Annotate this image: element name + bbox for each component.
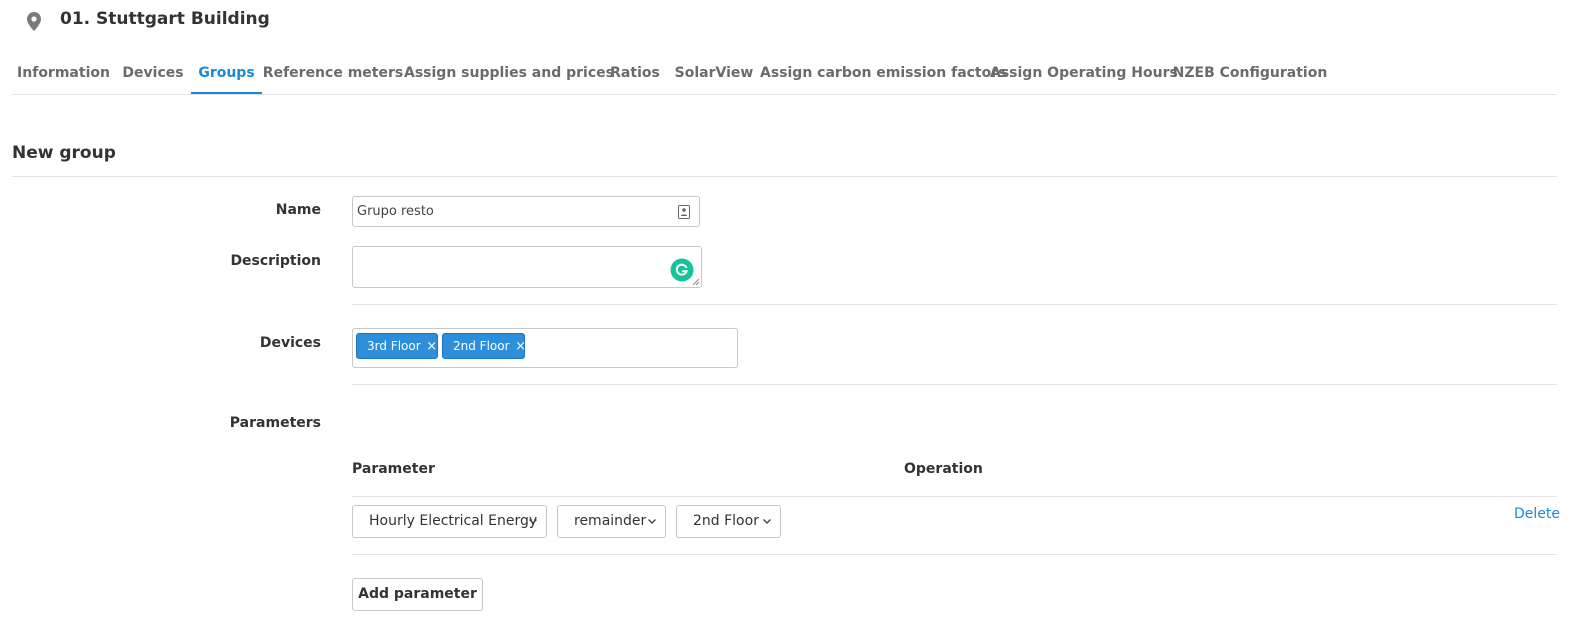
grammarly-icon[interactable] — [670, 258, 694, 282]
tab-groups[interactable]: Groups — [191, 54, 262, 94]
tab-assign-carbon-emission-factors[interactable]: Assign carbon emission factors — [760, 54, 1006, 92]
location-pin-icon — [27, 12, 41, 31]
close-icon[interactable]: × — [423, 335, 441, 359]
divider — [12, 176, 1557, 177]
divider — [352, 304, 1557, 305]
tab-information[interactable]: Information — [12, 54, 115, 92]
device-tag-label: 3rd Floor — [367, 339, 421, 353]
divider — [352, 496, 1557, 497]
delete-parameter-link[interactable]: Delete — [1514, 506, 1560, 522]
contact-card-icon[interactable] — [678, 205, 690, 219]
device-tag: 2nd Floor × — [442, 333, 526, 359]
tab-ratios[interactable]: Ratios — [602, 54, 668, 92]
chevron-down-icon — [763, 519, 771, 524]
tab-bar: Information Devices Groups Reference met… — [12, 54, 1557, 95]
device-tag-label: 2nd Floor — [453, 339, 510, 353]
device-select[interactable]: 2nd Floor — [676, 505, 781, 538]
tab-nzeb-configuration[interactable]: NZEB Configuration — [1172, 54, 1328, 92]
parameter-select-value: Hourly Electrical Energy — [369, 513, 538, 529]
chevron-down-icon — [648, 519, 656, 524]
device-tag: 3rd Floor × — [356, 333, 438, 359]
device-select-value: 2nd Floor — [693, 513, 759, 529]
add-parameter-button[interactable]: Add parameter — [352, 578, 483, 611]
devices-multiselect[interactable]: 3rd Floor × 2nd Floor × — [352, 328, 738, 368]
parameter-select[interactable]: Hourly Electrical Energy — [352, 505, 547, 538]
operation-select-value: remainder — [574, 513, 647, 529]
operation-select[interactable]: remainder — [557, 505, 666, 538]
divider — [352, 384, 1557, 385]
parameters-label: Parameters — [229, 415, 321, 431]
tab-reference-meters[interactable]: Reference meters — [262, 54, 404, 92]
tab-solarview[interactable]: SolarView — [668, 54, 760, 92]
divider — [352, 554, 1557, 555]
resize-handle-icon[interactable] — [692, 278, 700, 286]
page-title: 01. Stuttgart Building — [60, 9, 270, 29]
chevron-down-icon — [529, 519, 537, 524]
tab-assign-supplies-and-prices[interactable]: Assign supplies and prices — [404, 54, 614, 92]
tab-devices[interactable]: Devices — [115, 54, 191, 92]
close-icon[interactable]: × — [512, 335, 530, 359]
name-field[interactable] — [352, 196, 700, 227]
description-textarea[interactable] — [352, 246, 702, 288]
section-title: New group — [12, 143, 116, 163]
name-label: Name — [275, 202, 321, 218]
tab-assign-operating-hours[interactable]: Assign Operating Hours — [990, 54, 1178, 92]
description-label: Description — [230, 253, 321, 269]
parameter-column-header: Parameter — [352, 461, 435, 477]
devices-label: Devices — [259, 335, 321, 351]
name-input[interactable] — [353, 197, 667, 226]
operation-column-header: Operation — [904, 461, 983, 477]
